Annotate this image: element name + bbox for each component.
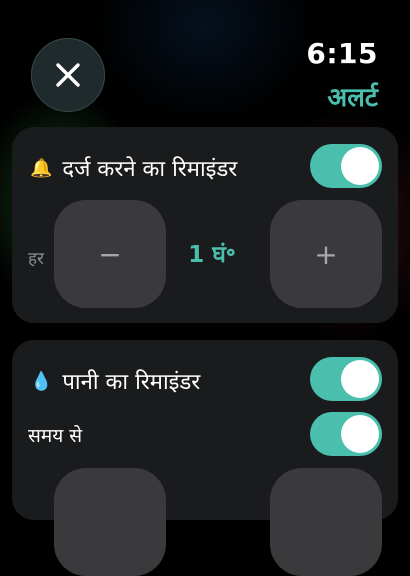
interval-value: 1 घं॰ — [188, 242, 236, 268]
water-increase-button[interactable] — [270, 468, 382, 576]
toggle-knob — [341, 360, 379, 398]
log-reminder-title: दर्ज करने का रिमाइंडर — [62, 157, 238, 182]
toggle-knob — [341, 147, 379, 185]
water-reminder-title: पानी का रिमाइंडर — [62, 370, 201, 395]
decrease-interval-button[interactable]: − — [54, 200, 166, 308]
log-reminder-card: 🔔 दर्ज करने का रिमाइंडर हर − 1 घं॰ + — [12, 127, 398, 323]
water-reminder-title-row: 💧 पानी का रिमाइंडर — [30, 366, 200, 396]
close-button[interactable] — [31, 38, 105, 112]
log-reminder-title-row: 🔔 दर्ज करने का रिमाइंडर — [30, 153, 237, 183]
log-reminder-toggle[interactable] — [310, 144, 382, 188]
water-drop-icon: 💧 — [30, 370, 53, 392]
increase-interval-button[interactable]: + — [270, 200, 382, 308]
water-reminder-card: 💧 पानी का रिमाइंडर समय से — [12, 340, 398, 576]
timed-toggle[interactable] — [310, 412, 382, 456]
water-decrease-button[interactable] — [54, 468, 166, 576]
timed-label: समय से — [28, 425, 83, 447]
water-reminder-toggle[interactable] — [310, 357, 382, 401]
status-time: 6:15 — [306, 37, 378, 70]
toggle-knob — [341, 415, 379, 453]
page-title: अलर्ट — [327, 83, 378, 113]
close-icon — [56, 63, 80, 87]
bell-icon: 🔔 — [30, 157, 53, 179]
interval-prefix-label: हर — [28, 249, 44, 269]
